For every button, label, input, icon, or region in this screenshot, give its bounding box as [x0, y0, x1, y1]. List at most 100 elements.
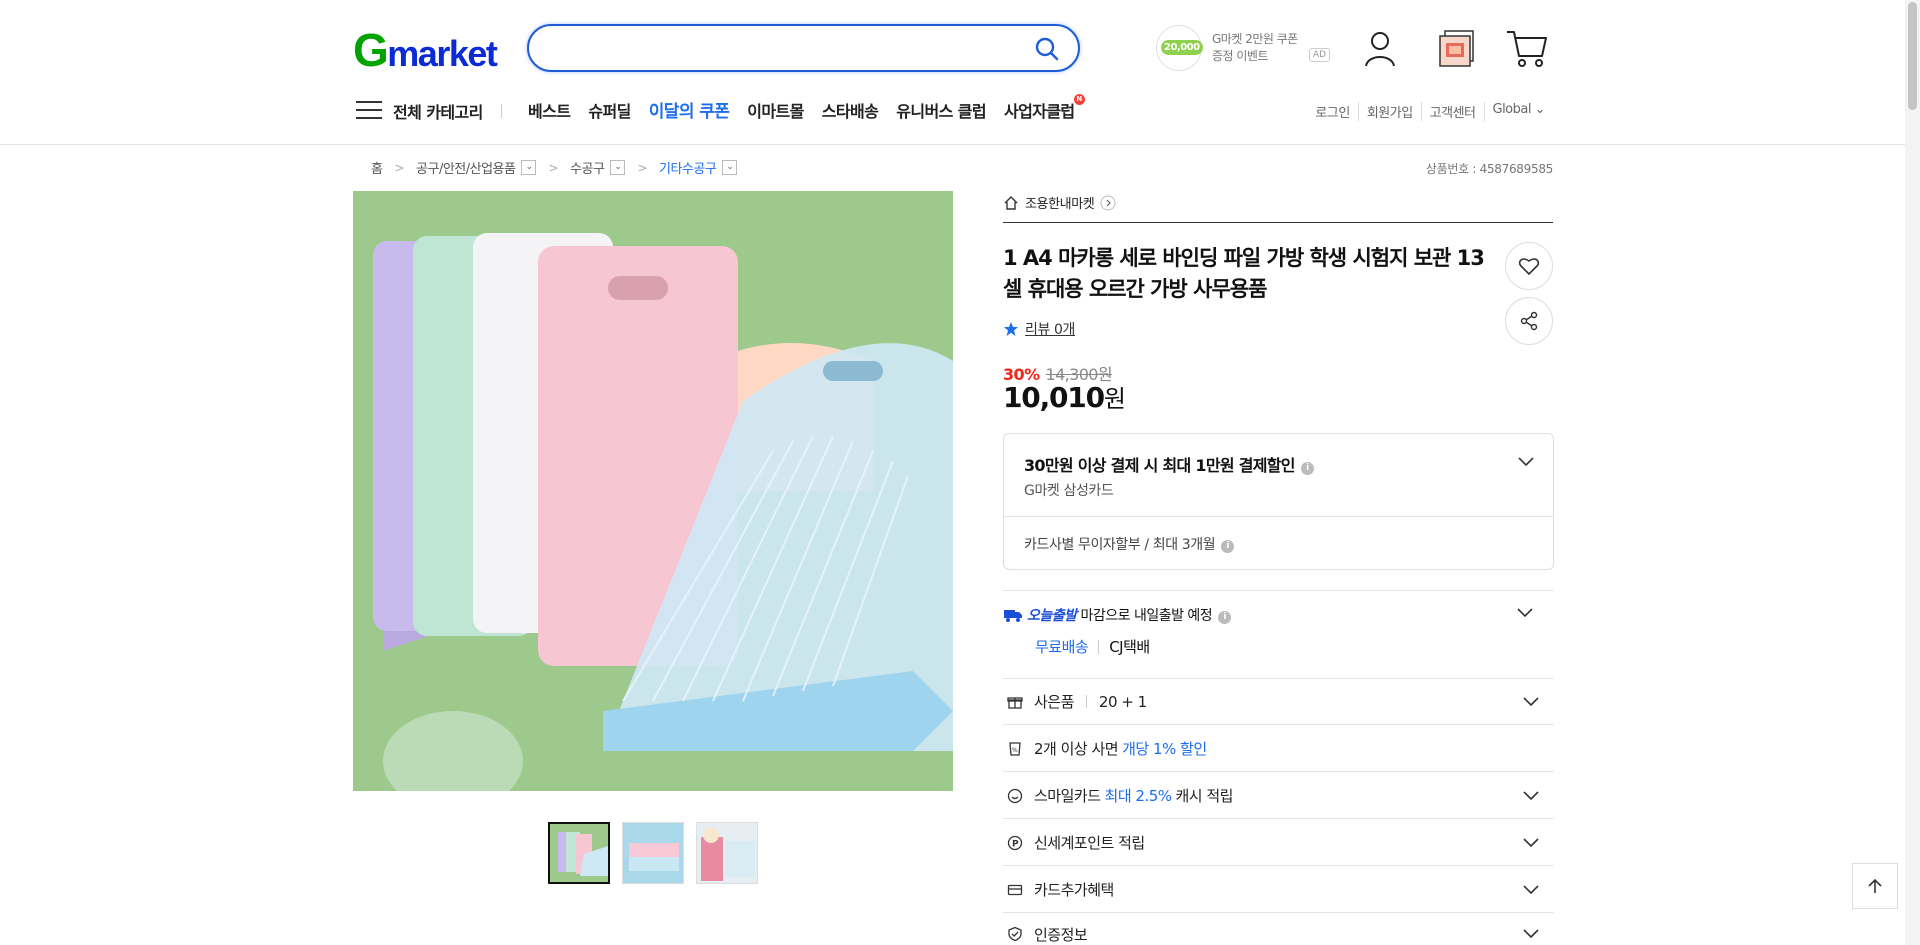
promo-line2: 증정 이벤트: [1212, 49, 1269, 63]
discount-tag-icon: %: [1006, 740, 1024, 758]
certification-row[interactable]: 인증정보: [1003, 914, 1554, 945]
promo-text: G마켓 2만원 쿠폰 증정 이벤트: [1212, 31, 1298, 65]
point-icon: P: [1006, 834, 1024, 852]
chevron-down-icon[interactable]: [1522, 837, 1540, 849]
seller-divider: [1003, 222, 1553, 223]
chevron-down-icon[interactable]: [1522, 884, 1540, 896]
thumbnail-2[interactable]: [622, 822, 684, 884]
multi-buy-discount: 개당 1% 할인: [1122, 740, 1207, 758]
smile-card-label: 스마일카드: [1034, 787, 1101, 805]
global-dropdown[interactable]: Global ⌄: [1483, 102, 1554, 121]
my-page-icon[interactable]: [1358, 26, 1402, 70]
nav-best[interactable]: 베스트: [528, 98, 571, 122]
utility-links: 로그인 회원가입 고객센터 Global ⌄: [1307, 102, 1553, 121]
store-home-icon: [1004, 195, 1018, 210]
thumbnail-3[interactable]: [696, 822, 758, 884]
chevron-down-icon[interactable]: [1522, 790, 1540, 802]
gift-icon: [1006, 693, 1024, 711]
header-divider: [0, 144, 1905, 145]
shipping-method: 무료배송 CJ택배: [1035, 636, 1150, 657]
nav-business-club-label: 사업자클럽: [1003, 102, 1075, 121]
price-unit: 원: [1103, 385, 1126, 413]
product-main-image[interactable]: [353, 191, 953, 791]
nav-superdeal[interactable]: 슈퍼딜: [588, 98, 631, 122]
breadcrumb-dropdown-2-icon[interactable]: ⌄: [610, 160, 626, 175]
breadcrumb-dropdown-1-icon[interactable]: ⌄: [521, 160, 537, 175]
gift-value: 20 + 1: [1098, 692, 1147, 711]
promo-coin-circle: 20,000: [1156, 25, 1203, 71]
breadcrumb-dropdown-3-icon[interactable]: ⌄: [722, 160, 738, 175]
smile-card-post: 캐시 적립: [1175, 787, 1234, 805]
info-icon[interactable]: i: [1221, 540, 1235, 553]
nav-divider: [501, 104, 502, 118]
cart-icon[interactable]: [1504, 26, 1548, 70]
gmarket-logo[interactable]: Gmarket: [353, 26, 498, 78]
login-link[interactable]: 로그인: [1307, 102, 1357, 121]
nav-star-delivery[interactable]: 스타배송: [822, 98, 879, 122]
card-benefit-box[interactable]: 30만원 이상 결제 시 최대 1만원 결제할인 i G마켓 삼성카드 카드사별 …: [1003, 433, 1554, 570]
shipping-note: 마감으로 내일출발 예정: [1080, 608, 1213, 624]
chevron-down-icon[interactable]: [1522, 696, 1540, 708]
info-icon[interactable]: i: [1218, 611, 1232, 624]
search-icon[interactable]: [1034, 36, 1060, 66]
promo-coin-amount: 20,000: [1161, 40, 1203, 55]
breadcrumb-item-3[interactable]: 기타수공구: [659, 158, 717, 177]
shipping-info: 오늘출발 마감으로 내일출발 예정 i: [1003, 605, 1232, 625]
promo-line1: G마켓 2만원 쿠폰: [1212, 32, 1298, 46]
star-icon: [1004, 322, 1018, 336]
chevron-down-icon[interactable]: [1522, 928, 1540, 940]
breadcrumb-item-1[interactable]: 공구/안전/산업용품: [416, 158, 516, 177]
seller-chevron-icon: [1100, 195, 1116, 210]
nav-monthly-coupon[interactable]: 이달의 쿠폰: [649, 97, 730, 122]
all-categories-button[interactable]: 전체 카테고리: [393, 99, 483, 123]
multi-buy-row: % 2개 이상 사면 개당 1% 할인: [1003, 726, 1554, 772]
section-divider: [1003, 590, 1554, 591]
free-shipping: 무료배송: [1035, 638, 1089, 656]
card-extra-benefit-row[interactable]: 카드추가혜택: [1003, 867, 1554, 913]
scrollbar[interactable]: [1905, 0, 1920, 945]
breadcrumb-chevron-icon: >: [394, 160, 405, 175]
smile-icon: [1006, 787, 1024, 805]
scrollbar-thumb[interactable]: [1908, 2, 1917, 110]
seller-link[interactable]: 조용한내마켓: [1003, 193, 1553, 212]
arrow-up-icon: [1868, 878, 1882, 893]
new-badge: N: [1073, 94, 1085, 105]
search-input[interactable]: [549, 26, 1029, 70]
breadcrumb-item-2[interactable]: 수공구: [570, 158, 605, 177]
nav-business-club[interactable]: 사업자클럽 N: [1003, 94, 1085, 122]
menu-icon[interactable]: [356, 101, 382, 121]
product-number: 상품번호 : 4587689585: [1425, 162, 1553, 176]
coupon-promo-banner[interactable]: 20,000 G마켓 2만원 쿠폰 증정 이벤트: [1156, 24, 1326, 72]
thumbnail-1[interactable]: [548, 822, 610, 884]
chevron-down-icon[interactable]: [1517, 456, 1535, 468]
breadcrumb-home[interactable]: 홈: [371, 158, 383, 177]
ad-badge: AD: [1309, 48, 1331, 62]
info-icon[interactable]: i: [1300, 462, 1314, 475]
card-extra-benefit-label: 카드추가혜택: [1034, 881, 1114, 899]
review-link[interactable]: 리뷰 0개: [1003, 319, 1075, 339]
signup-link[interactable]: 회원가입: [1357, 102, 1421, 121]
chevron-down-icon[interactable]: [1516, 607, 1534, 619]
svg-text:%: %: [1012, 747, 1018, 754]
scroll-to-top-button[interactable]: [1852, 863, 1898, 909]
recent-items-icon[interactable]: [1436, 26, 1480, 70]
logo-text: market: [387, 33, 498, 74]
smile-card-row[interactable]: 스마일카드 최대 2.5% 캐시 적립: [1003, 773, 1554, 819]
today-shipping-label: 오늘출발: [1027, 608, 1077, 624]
nav-emart-mall[interactable]: 이마트몰: [747, 98, 804, 122]
customer-center-link[interactable]: 고객센터: [1420, 102, 1484, 121]
shield-check-icon: [1006, 925, 1024, 943]
card-benefit-divider: [1004, 516, 1553, 517]
wishlist-heart-icon[interactable]: [1505, 242, 1553, 290]
gift-row[interactable]: 사은품 20 + 1: [1003, 679, 1554, 725]
thumbnail-list: [548, 822, 758, 884]
nav-universe-club[interactable]: 유니버스 클럽: [896, 98, 986, 122]
smile-card-rate: 최대 2.5%: [1104, 787, 1172, 805]
shinsegae-point-row[interactable]: P 신세계포인트 적립: [1003, 820, 1554, 866]
shinsegae-point-label: 신세계포인트 적립: [1034, 834, 1145, 852]
seller-name: 조용한내마켓: [1025, 197, 1095, 212]
search-box[interactable]: [527, 24, 1080, 72]
share-icon[interactable]: [1505, 297, 1553, 345]
card-benefit-headline: 30만원 이상 결제 시 최대 1만원 결제할인 i: [1024, 452, 1314, 476]
gift-label: 사은품: [1034, 693, 1074, 711]
